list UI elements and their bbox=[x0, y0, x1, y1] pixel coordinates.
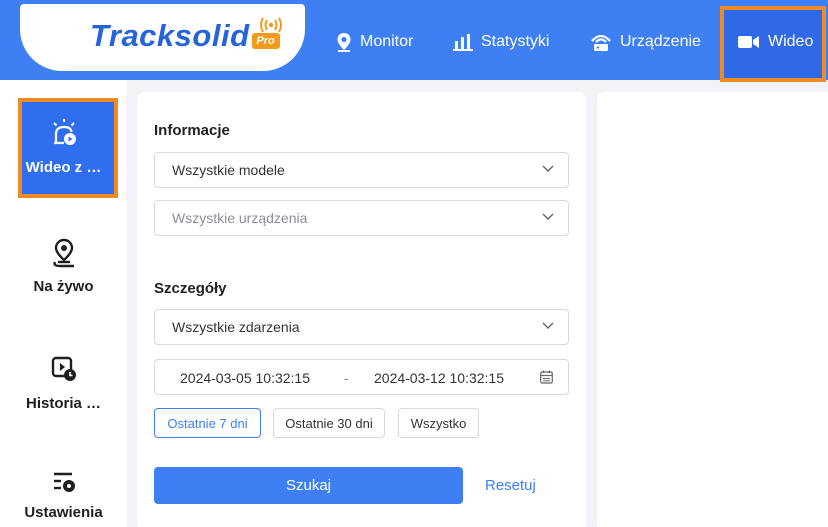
event-select-value: Wszystkie zdarzenia bbox=[172, 319, 300, 335]
nav-wideo-label: Wideo bbox=[768, 33, 814, 50]
filter-panel: Informacje Wszystkie modele Wszystkie ur… bbox=[137, 92, 586, 527]
results-panel bbox=[597, 92, 828, 527]
nav-statystyki[interactable]: Statystyki bbox=[453, 29, 549, 55]
quick-range-all[interactable]: Wszystko bbox=[398, 408, 479, 438]
bar-chart-icon bbox=[453, 34, 473, 51]
nav-statystyki-label: Statystyki bbox=[481, 33, 550, 50]
date-start[interactable]: 2024-03-05 10:32:15 bbox=[180, 370, 310, 386]
nav-urzadzenie-label: Urządzenie bbox=[620, 33, 701, 50]
sidebar-item-na-zywo-label: Na żywo bbox=[33, 278, 94, 295]
sidebar-item-wideo-label: Wideo z … bbox=[25, 159, 102, 176]
nav-monitor-label: Monitor bbox=[360, 33, 414, 50]
sidebar-item-historia[interactable]: Historia … bbox=[0, 355, 127, 435]
logo-text: Tracksolid bbox=[90, 18, 250, 53]
date-range-picker[interactable]: 2024-03-05 10:32:15 - 2024-03-12 10:32:1… bbox=[154, 359, 569, 395]
nav-wideo[interactable]: Wideo bbox=[738, 29, 813, 55]
nav-urzadzenie[interactable]: Urządzenie bbox=[590, 29, 701, 55]
chevron-down-icon bbox=[542, 165, 554, 172]
nav-monitor[interactable]: Monitor bbox=[336, 29, 413, 55]
logo-container: Tracksolid Pro bbox=[20, 4, 305, 71]
sidebar-item-ustawienia-label: Ustawienia bbox=[24, 504, 103, 521]
sidebar-item-historia-label: Historia … bbox=[25, 395, 101, 412]
date-end[interactable]: 2024-03-12 10:32:15 bbox=[374, 370, 504, 386]
event-select[interactable]: Wszystkie zdarzenia bbox=[154, 309, 569, 345]
calendar-icon bbox=[540, 370, 553, 384]
sidebar-item-wideo[interactable]: Wideo z … bbox=[0, 118, 127, 198]
chevron-down-icon bbox=[542, 213, 554, 220]
sidebar-item-na-zywo[interactable]: Na żywo bbox=[0, 238, 127, 318]
quick-range-7-days[interactable]: Ostatnie 7 dni bbox=[154, 408, 261, 438]
alarm-video-icon bbox=[0, 118, 127, 148]
device-select-placeholder: Wszystkie urządzenia bbox=[172, 210, 308, 226]
settings-icon bbox=[0, 470, 127, 500]
logo-pro-badge: Pro bbox=[251, 17, 282, 49]
date-separator: - bbox=[344, 370, 349, 386]
signal-waves-icon bbox=[259, 17, 282, 33]
model-select[interactable]: Wszystkie modele bbox=[154, 152, 569, 188]
sidebar-item-ustawienia[interactable]: Ustawienia bbox=[0, 470, 127, 527]
top-navigation-bar: Tracksolid Pro Monitor Statystyki Urządz… bbox=[0, 0, 828, 82]
details-section-title: Szczegóły bbox=[154, 280, 227, 297]
app-logo[interactable]: Tracksolid Pro bbox=[90, 17, 282, 54]
model-select-value: Wszystkie modele bbox=[172, 162, 285, 178]
live-location-icon bbox=[0, 238, 127, 268]
playback-history-icon bbox=[0, 355, 127, 385]
logo-pro-text: Pro bbox=[256, 35, 275, 47]
video-camera-icon bbox=[738, 36, 759, 48]
chevron-down-icon bbox=[542, 322, 554, 329]
info-section-title: Informacje bbox=[154, 122, 230, 139]
search-button[interactable]: Szukaj bbox=[154, 467, 463, 504]
device-icon bbox=[591, 34, 611, 51]
reset-link[interactable]: Resetuj bbox=[485, 477, 536, 494]
device-select[interactable]: Wszystkie urządzenia bbox=[154, 200, 569, 236]
quick-range-30-days[interactable]: Ostatnie 30 dni bbox=[273, 408, 385, 438]
location-pin-icon bbox=[337, 33, 351, 52]
